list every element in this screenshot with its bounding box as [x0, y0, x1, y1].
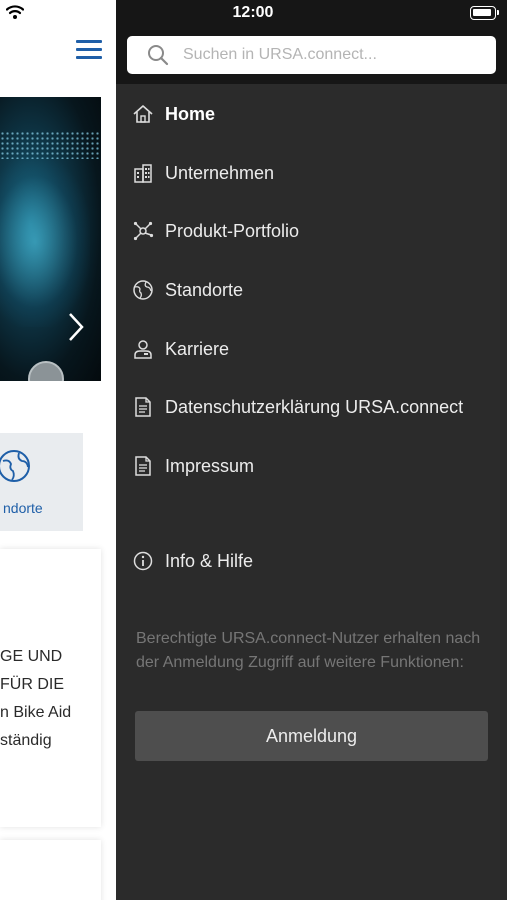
home-icon [133, 105, 153, 123]
globe-icon [133, 280, 153, 300]
network-icon [133, 221, 154, 241]
wifi-icon [6, 5, 24, 19]
menu-item-label: Datenschutzerklärung URSA.connect [165, 396, 464, 417]
menu-item-karriere[interactable]: Karriere [116, 325, 507, 373]
menu-item-label: Unternehmen [165, 162, 275, 183]
search-field[interactable] [127, 36, 496, 74]
login-button[interactable]: Anmeldung [135, 711, 488, 761]
building-icon [134, 164, 152, 183]
background-app: ndorte GE UND FÜR DIE n Bike Aid ständig [0, 0, 116, 900]
menu-item-datenschutz[interactable]: Datenschutzerklärung URSA.connect [116, 383, 507, 431]
hero-image [0, 97, 101, 381]
news-card[interactable]: GE UND FÜR DIE n Bike Aid ständig [0, 549, 101, 827]
news-card[interactable] [0, 840, 101, 900]
document-icon [135, 397, 151, 417]
menu-item-label: Produkt-Portfolio [165, 220, 300, 241]
menu-item-label: Home [165, 103, 216, 124]
hamburger-menu-icon[interactable] [76, 40, 102, 62]
card-text-line: FÜR DIE [0, 676, 64, 693]
person-icon [134, 340, 152, 359]
drawer-header: 12:00 [116, 0, 507, 84]
card-text-line: ständig [0, 732, 52, 749]
status-time: 12:00 [232, 4, 274, 21]
card-text-line: n Bike Aid [0, 704, 72, 721]
battery-icon [470, 6, 499, 20]
menu-item-label: Karriere [165, 338, 230, 359]
search-icon [148, 45, 169, 66]
menu-item-produkt-portfolio[interactable]: Produkt-Portfolio [116, 207, 507, 255]
document-icon [135, 456, 151, 476]
menu-item-label: Info & Hilfe [165, 550, 254, 571]
menu-item-home[interactable]: Home [116, 90, 507, 138]
login-info-text: Berechtigte URSA.connect-Nutzer erhalten… [136, 630, 481, 671]
info-icon [133, 551, 153, 571]
menu-item-impressum[interactable]: Impressum [116, 442, 507, 490]
menu-item-standorte[interactable]: Standorte [116, 266, 507, 314]
menu-item-label: Standorte [165, 279, 244, 300]
navigation-drawer: 12:00 Home [116, 0, 507, 900]
menu-item-label: Impressum [165, 455, 255, 476]
menu-item-info-hilfe[interactable]: Info & Hilfe [116, 537, 507, 585]
chevron-right-icon[interactable] [66, 311, 86, 343]
card-text-line: GE UND [0, 648, 63, 665]
globe-icon [0, 450, 30, 482]
search-input[interactable] [183, 46, 473, 64]
hero-logo [28, 361, 64, 381]
menu-item-unternehmen[interactable]: Unternehmen [116, 149, 507, 197]
tile-label: ndorte [3, 500, 43, 516]
location-tile[interactable] [0, 433, 83, 531]
